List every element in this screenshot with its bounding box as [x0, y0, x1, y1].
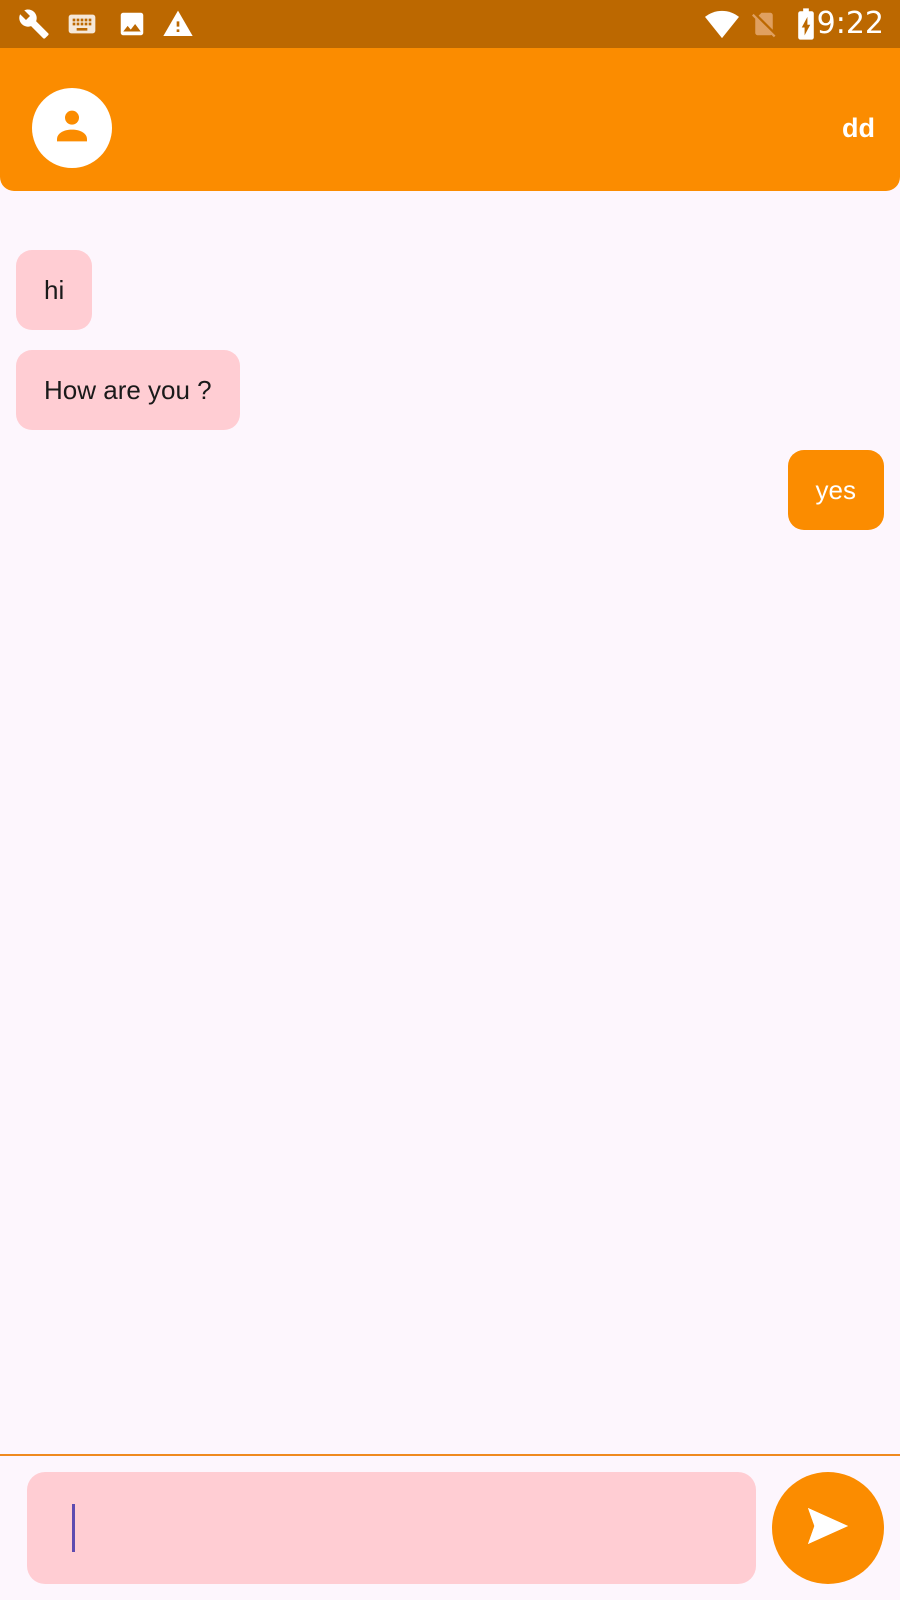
avatar[interactable]: [32, 88, 112, 168]
person-icon: [52, 106, 92, 151]
message-list: hi How are you ? yes: [0, 191, 900, 1454]
status-bar: 9:22: [0, 0, 900, 48]
keyboard-icon: [66, 8, 98, 40]
incoming-message-bubble: How are you ?: [16, 350, 240, 430]
text-caret: [72, 1504, 75, 1552]
contact-name: dd: [842, 113, 875, 143]
wifi-icon: [704, 8, 740, 40]
send-button[interactable]: [772, 1472, 884, 1584]
incoming-message-bubble: hi: [16, 250, 93, 330]
no-sim-icon: [748, 8, 780, 40]
status-time: 9:22: [816, 6, 884, 41]
warning-icon: [162, 8, 194, 40]
message-input-container[interactable]: [27, 1471, 756, 1585]
image-icon: [116, 8, 148, 40]
wrench-icon: [18, 8, 50, 40]
message-input[interactable]: [45, 1471, 738, 1585]
send-icon: [804, 1502, 852, 1555]
composer-divider: [0, 1454, 900, 1456]
outgoing-message-bubble: yes: [787, 450, 884, 530]
app-bar: dd: [0, 48, 900, 191]
